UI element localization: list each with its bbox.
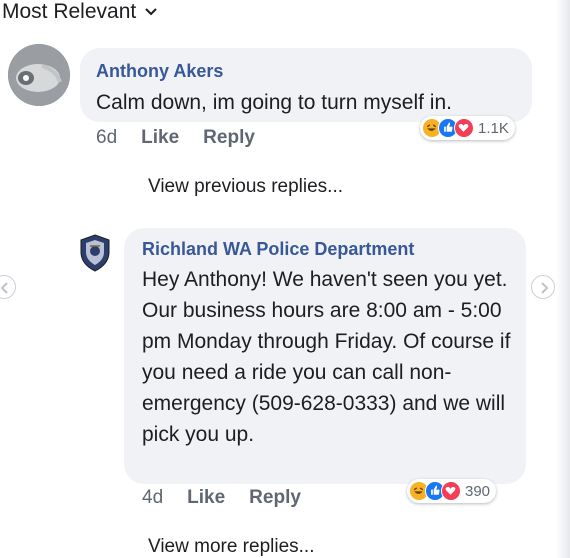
reaction-count: 390 bbox=[465, 482, 491, 500]
comment-actions: 6d Like Reply bbox=[96, 127, 255, 149]
reply-button[interactable]: Reply bbox=[203, 127, 255, 149]
reactions-summary[interactable]: 1.1K bbox=[420, 116, 515, 140]
page-edge bbox=[556, 0, 570, 558]
chevron-right-icon bbox=[541, 282, 549, 294]
comment-text: Calm down, im going to turn myself in. bbox=[96, 91, 452, 114]
chevron-down-icon bbox=[145, 8, 157, 16]
like-button[interactable]: Like bbox=[141, 127, 179, 149]
view-previous-replies-link[interactable]: View previous replies... bbox=[148, 176, 343, 198]
reactions-summary[interactable]: 390 bbox=[407, 479, 497, 503]
love-icon bbox=[441, 481, 461, 501]
police-badge-icon bbox=[80, 234, 110, 272]
love-icon bbox=[454, 118, 474, 138]
comment-thread: Most Relevant Anthony Akers Calm down, i… bbox=[0, 0, 570, 558]
profile-photo bbox=[8, 44, 70, 106]
avatar[interactable] bbox=[8, 44, 70, 106]
reply-actions: 4d Like Reply bbox=[142, 487, 301, 509]
previous-arrow-button[interactable] bbox=[0, 275, 16, 299]
view-more-replies-link[interactable]: View more replies... bbox=[148, 536, 315, 558]
police-badge-avatar[interactable] bbox=[79, 234, 111, 272]
most-relevant-dropdown[interactable]: Most Relevant bbox=[2, 0, 158, 24]
comment-time[interactable]: 6d bbox=[96, 127, 117, 149]
comment-author[interactable]: Anthony Akers bbox=[96, 61, 223, 82]
like-button[interactable]: Like bbox=[187, 487, 225, 509]
reply-button[interactable]: Reply bbox=[249, 487, 301, 509]
chevron-left-icon bbox=[0, 282, 8, 294]
reply-time[interactable]: 4d bbox=[142, 487, 163, 509]
reply-text: Hey Anthony! We haven't seen you yet. Ou… bbox=[142, 268, 511, 446]
reply-author[interactable]: Richland WA Police Department bbox=[142, 239, 414, 260]
reaction-count: 1.1K bbox=[478, 119, 509, 137]
next-arrow-button[interactable] bbox=[531, 275, 555, 299]
sort-label: Most Relevant bbox=[2, 0, 137, 23]
